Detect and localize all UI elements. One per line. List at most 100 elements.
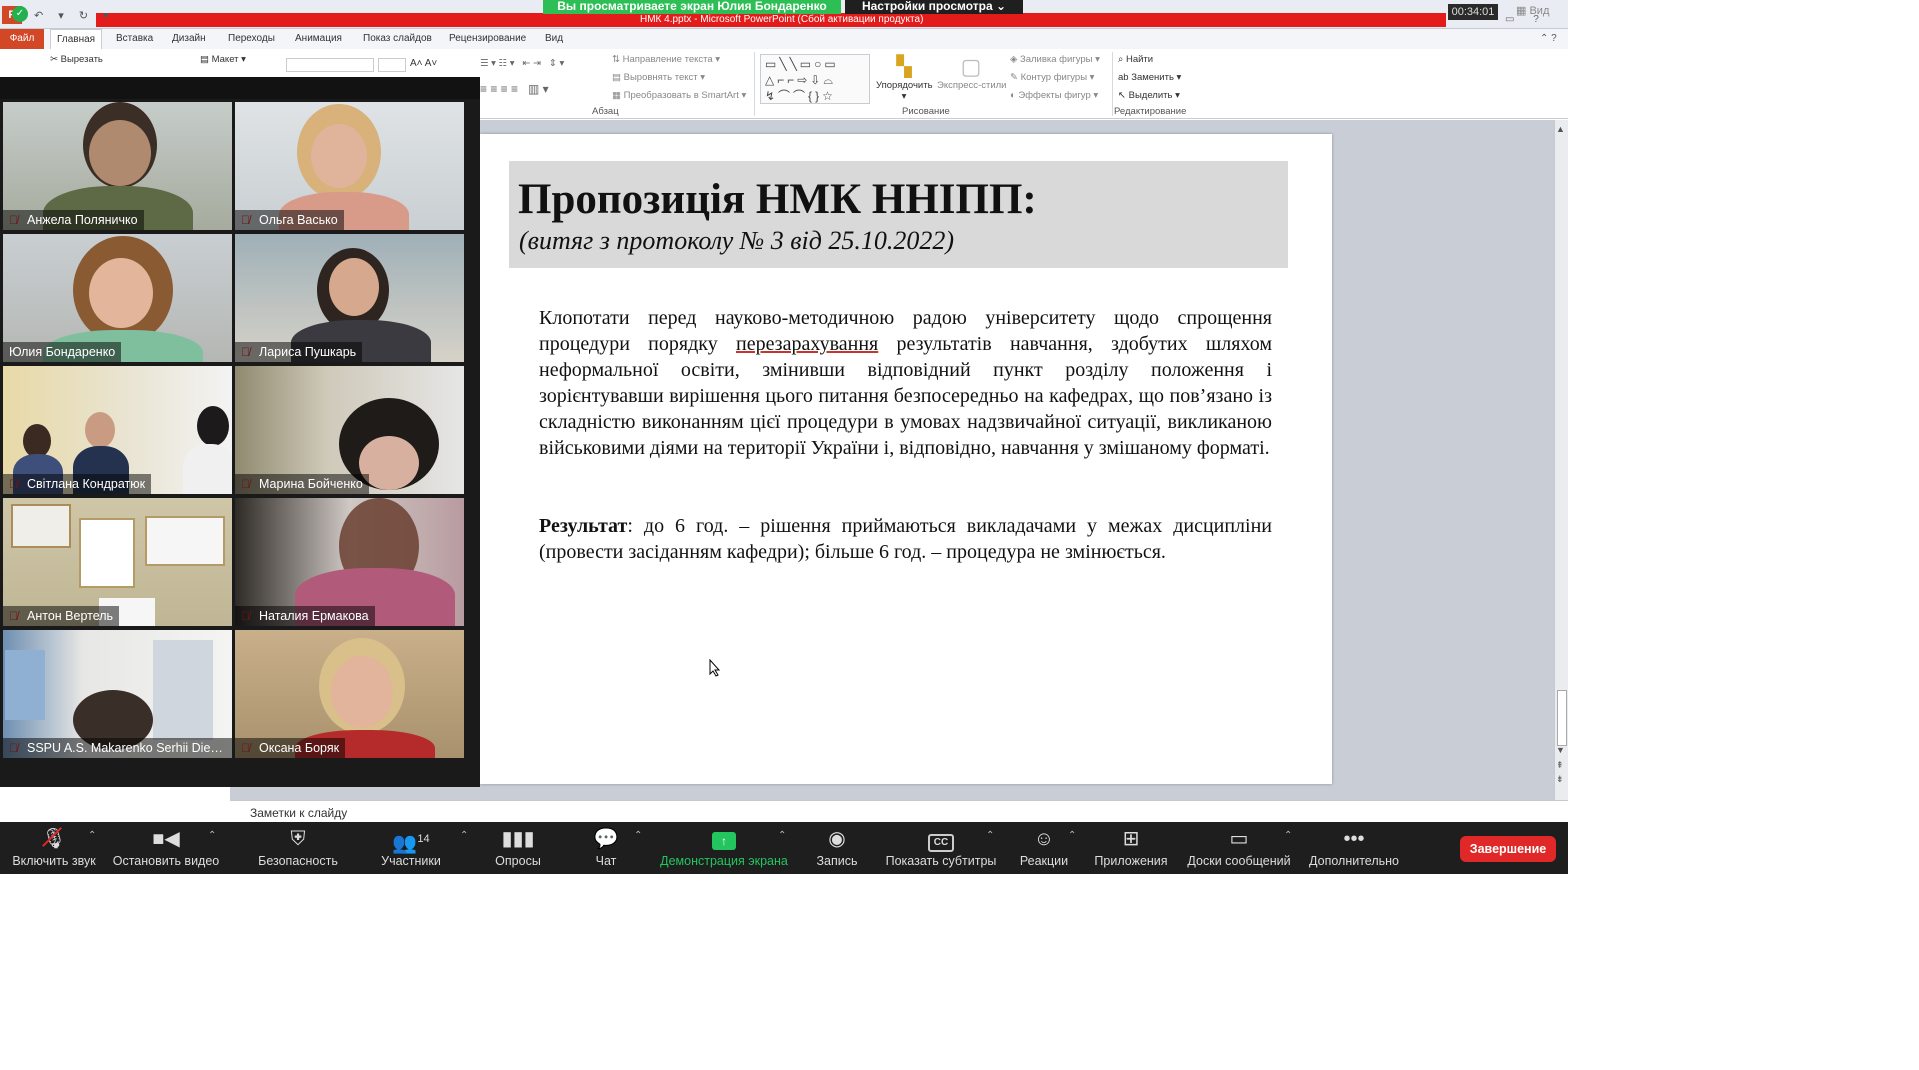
participants-button[interactable]: 👥14 Участники ⌃ [376, 822, 468, 874]
stop-video-button[interactable]: ■◀ Остановить видео ⌃ [110, 822, 222, 874]
show-captions-button[interactable]: CC Показать субтитры ⌃ [884, 822, 998, 874]
tab-slide-show[interactable]: Показ слайдов [357, 29, 438, 49]
chevron-up-icon[interactable]: ⌃ [1284, 830, 1292, 841]
notes-pane[interactable] [230, 800, 1568, 822]
scroll-up-icon[interactable]: ▲ [1556, 124, 1565, 134]
arrange-button[interactable]: ▚ Упорядочить ▾ [876, 54, 933, 102]
whiteboards-label: Доски сообщений [1187, 854, 1291, 868]
chat-button[interactable]: 💬 Чат ⌃ [586, 822, 643, 874]
divider [754, 52, 755, 116]
chevron-up-icon[interactable]: ⌃ [88, 830, 96, 841]
gallery-header[interactable] [0, 77, 480, 99]
notes-placeholder[interactable]: Заметки к слайду [250, 806, 347, 820]
align-text-label: Выровнять текст [623, 72, 698, 83]
zoom-security-shield-icon[interactable]: ✓ [12, 6, 28, 22]
list-buttons[interactable]: ☰ ▾ ☷ ▾ ⇤ ⇥ ⇕ ▾ [480, 58, 564, 69]
reactions-button[interactable]: ☺ Реакции ⌃ [1016, 822, 1077, 874]
quick-styles-button[interactable]: ▢ Экспресс-стили [937, 54, 1006, 91]
layout-button[interactable]: ▤ Макет ▾ [200, 54, 246, 65]
cut-button[interactable]: ✂ Вырезать [50, 54, 103, 65]
person-silhouette [197, 406, 229, 446]
more-button[interactable]: ••• Дополнительно [1306, 822, 1402, 874]
alignment-buttons[interactable]: ≡ ≡ ≡ ≡ ▥ ▾ [480, 82, 549, 96]
participant-name: Наталия Ермакова [235, 606, 375, 626]
previous-slide-icon[interactable]: ⇞ [1556, 760, 1564, 771]
scroll-thumb[interactable] [1557, 690, 1567, 746]
end-meeting-button[interactable]: Завершение [1460, 836, 1556, 862]
smartart-button[interactable]: ▦ Преобразовать в SmartArt ▾ [612, 90, 746, 101]
screen-share-banner: Вы просматриваете экран Юлия Бондаренко [543, 0, 841, 14]
tab-review[interactable]: Рецензирование [443, 29, 532, 49]
align-text-button[interactable]: ▤ Выровнять текст ▾ [612, 72, 705, 83]
quick-access-toolbar[interactable]: ↶ ▾ ↻ ▾ [34, 9, 115, 22]
shape-effects-button[interactable]: ◐ Эффекты фигур ▾ [1010, 90, 1098, 101]
wall-certificate [145, 516, 225, 566]
slide-body-paragraph[interactable]: Клопотати перед науково-методичною радою… [539, 305, 1272, 461]
wall-certificate [11, 504, 71, 548]
tab-home[interactable]: Главная [50, 29, 103, 49]
paragraph-group-label: Абзац [592, 106, 619, 117]
participant-tile[interactable]: 🎙̸ Анжела Поляничко [3, 102, 232, 230]
slide-title[interactable]: Пропозиція НМК ННІПП: [518, 175, 1037, 224]
shield-icon: ⛨ [290, 828, 306, 850]
shape-fill-label: Заливка фигуры [1019, 54, 1093, 65]
tab-design[interactable]: Дизайн [166, 29, 212, 49]
shape-fill-button[interactable]: ◈ Заливка фигуры ▾ [1010, 54, 1100, 65]
find-label: Найти [1125, 54, 1154, 65]
participant-name: Юлия Бондаренко [3, 342, 122, 362]
next-slide-icon[interactable]: ⇟ [1556, 774, 1564, 785]
shape-outline-button[interactable]: ✎ Контур фигуры ▾ [1010, 72, 1094, 83]
security-button[interactable]: ⛨ Безопасность [254, 822, 342, 874]
record-button[interactable]: ◉ Запись [812, 822, 862, 874]
spellcheck-word: перезарахування [735, 333, 879, 355]
participant-name: Антон Вертель [3, 606, 120, 626]
text-direction-button[interactable]: ⇅ Направление текста ▾ [612, 54, 720, 65]
unmute-button[interactable]: 🎙 Включить звук ⌃ [8, 822, 100, 874]
tab-transitions[interactable]: Переходы [222, 29, 281, 49]
participant-tile[interactable]: 🎙̸ SSPU A.S. Makarenko Serhii Dieni... [3, 630, 232, 758]
participant-tile[interactable]: 🎙̸ Оксана Боряк [235, 630, 464, 758]
participant-tile[interactable]: 🎙̸ Лариса Пушкарь [235, 234, 464, 362]
chevron-up-icon[interactable]: ⌃ [778, 830, 786, 841]
find-button[interactable]: ⌕ Найти [1118, 54, 1153, 65]
tab-file[interactable]: Файл [0, 29, 44, 49]
participant-tile[interactable]: 🎙̸ Антон Вертель [3, 498, 232, 626]
whiteboards-button[interactable]: ▭ Доски сообщений ⌃ [1184, 822, 1294, 874]
tab-view[interactable]: Вид [539, 29, 569, 49]
scissors-icon: ✂ [50, 54, 61, 65]
window-controls[interactable]: ▭ ? [1505, 14, 1547, 25]
slide-result-paragraph[interactable]: Результат: до 6 год. – рішення приймають… [539, 513, 1272, 565]
select-button[interactable]: ↖ Выделить ▾ [1118, 90, 1180, 101]
participant-tile[interactable]: 🎙̸ Світлана Кондратюк [3, 366, 232, 494]
pen-icon: ✎ [1010, 72, 1021, 83]
ribbon-collapse-icon[interactable]: ⌃ ? [1534, 29, 1563, 49]
chevron-up-icon[interactable]: ⌃ [208, 830, 216, 841]
face [311, 124, 367, 188]
wall-certificate [79, 518, 135, 588]
participant-tile[interactable]: 🎙̸ Марина Бойченко [235, 366, 464, 494]
chevron-up-icon[interactable]: ⌃ [460, 830, 468, 841]
apps-button[interactable]: ⊞ Приложения [1092, 822, 1170, 874]
tab-insert[interactable]: Вставка [110, 29, 159, 49]
participant-name: Світлана Кондратюк [3, 474, 152, 494]
polls-button[interactable]: ▮▮▮ Опросы [490, 822, 546, 874]
participant-name: SSPU A.S. Makarenko Serhii Dieni... [3, 738, 232, 758]
participant-tile-active-speaker[interactable]: Юлия Бондаренко [3, 234, 232, 362]
share-screen-button[interactable]: ↑ Демонстрация экрана ⌃ [658, 822, 790, 874]
chevron-up-icon[interactable]: ⌃ [1068, 830, 1076, 841]
font-name-select[interactable] [286, 58, 374, 72]
shapes-gallery[interactable]: ▭╲╲▭○▭ △⌐⌐⇨⇩⌓ ↯⌒⌒{}☆ [760, 54, 870, 104]
chevron-up-icon[interactable]: ⌃ [986, 830, 994, 841]
view-options-button[interactable]: Настройки просмотра ⌄ [845, 0, 1023, 14]
participant-name: Оксана Боряк [235, 738, 346, 758]
font-size-buttons[interactable]: A˄ A˅ [410, 58, 437, 69]
tab-animation[interactable]: Анимация [289, 29, 348, 49]
replace-button[interactable]: ab Заменить ▾ [1118, 72, 1181, 83]
chevron-up-icon[interactable]: ⌃ [634, 830, 642, 841]
font-size-select[interactable] [378, 58, 406, 72]
participant-tile[interactable]: 🎙̸ Ольга Васько [235, 102, 464, 230]
participant-tile[interactable]: 🎙̸ Наталия Ермакова [235, 498, 464, 626]
scroll-down-icon[interactable]: ▼ [1556, 745, 1565, 755]
quick-styles-icon: ▢ [960, 54, 982, 79]
slide-subtitle[interactable]: (витяг з протоколу № 3 від 25.10.2022) [519, 226, 954, 256]
